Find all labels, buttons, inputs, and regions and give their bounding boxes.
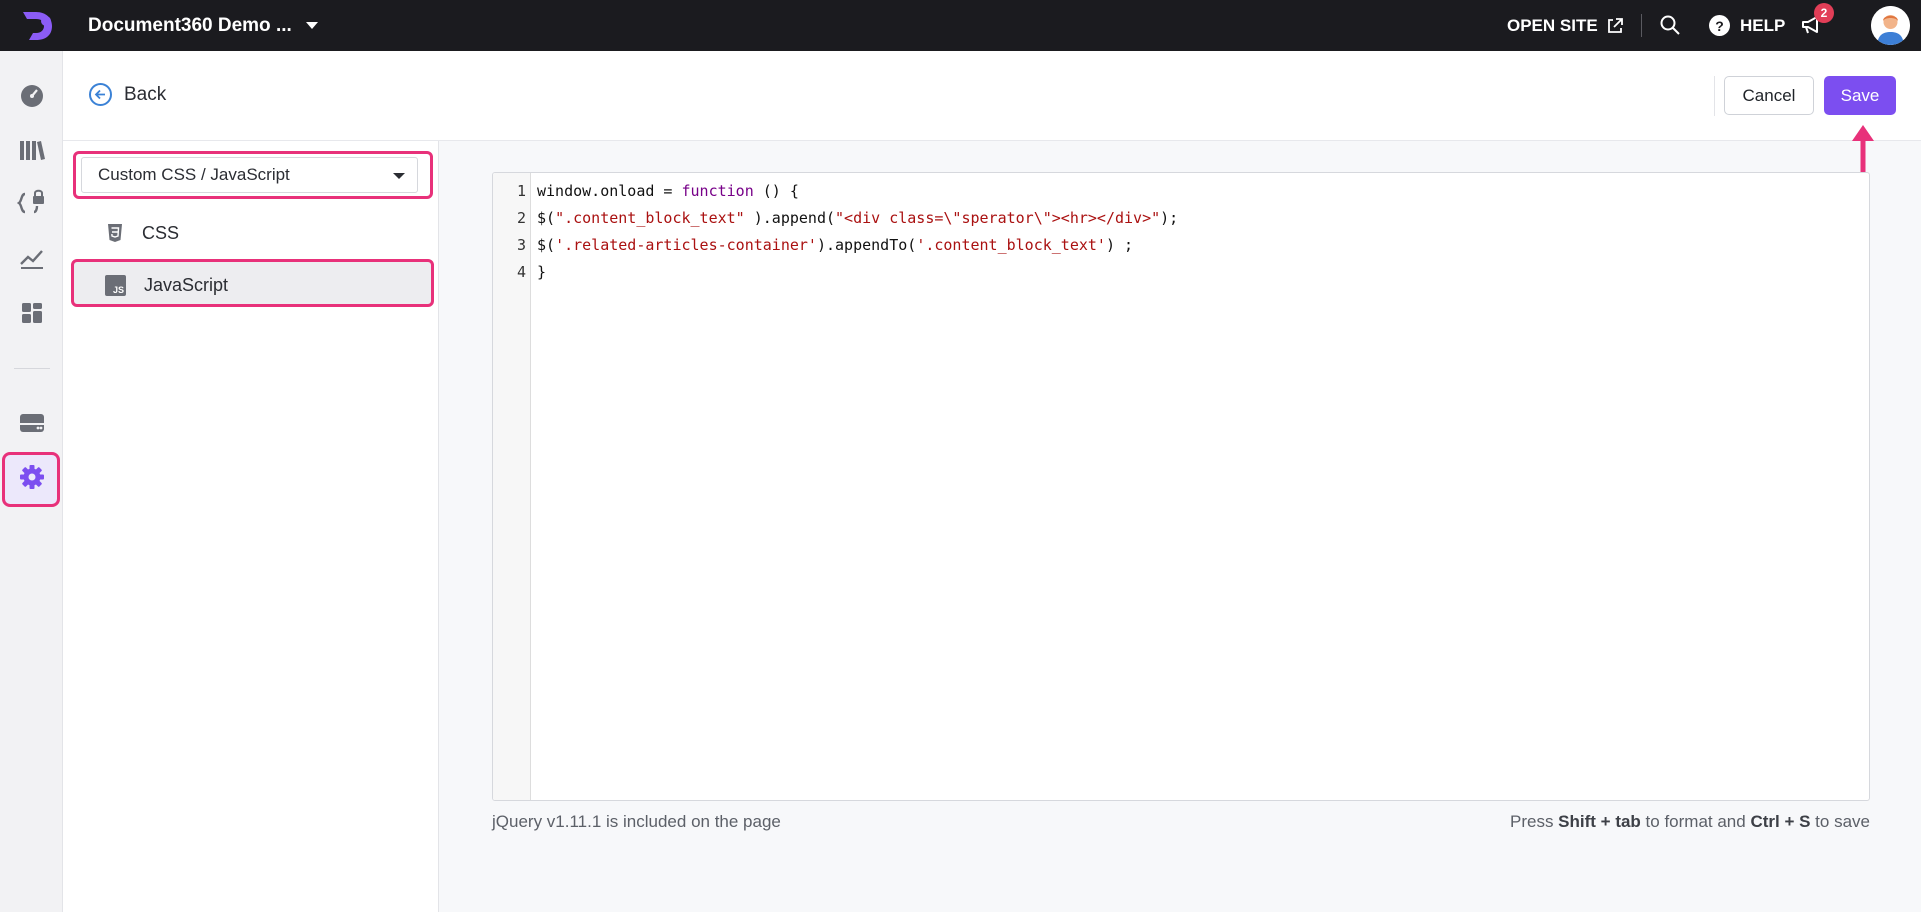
open-site-label: OPEN SITE <box>1507 15 1598 35</box>
code-line: $('.related-articles-container').appendT… <box>537 236 1133 254</box>
dashboard-grid-icon <box>22 303 42 323</box>
sidebar-item-label: CSS <box>142 222 180 243</box>
help-button[interactable]: ? HELP <box>1709 0 1785 51</box>
chevron-down-icon <box>393 173 405 179</box>
chart-line-icon <box>20 250 43 269</box>
chevron-down-icon <box>305 22 318 29</box>
page-header <box>63 51 1921 141</box>
help-icon: ? <box>1709 15 1730 36</box>
code-token: window.onload = <box>537 182 682 200</box>
code-line: window.onload = function () { <box>537 182 799 200</box>
left-rail <box>0 51 63 912</box>
rail-item-settings[interactable] <box>12 457 52 497</box>
settings-panel <box>63 141 439 912</box>
avatar[interactable] <box>1871 6 1910 45</box>
code-token: '.related-articles-container' <box>555 236 817 254</box>
rail-item-dashboard[interactable] <box>12 76 52 116</box>
code-token: function <box>681 182 754 200</box>
hint-text: Press <box>1509 812 1559 831</box>
line-number: 1 <box>516 182 526 200</box>
save-button[interactable]: Save <box>1824 76 1896 115</box>
notification-badge: 2 <box>1814 3 1834 23</box>
keyboard-hint: Press Shift + tab to format and Ctrl + S… <box>1510 812 1870 832</box>
code-editor[interactable]: 1 2 3 4 window.onload = function () {$("… <box>492 172 1870 801</box>
code-token: $( <box>537 236 556 254</box>
sidebar-item-javascript[interactable]: JS JavaScript <box>105 271 228 299</box>
code-token: "<div class=\"sperator\"><hr></div>" <box>835 209 1161 227</box>
hint-key: Shift + tab <box>1558 812 1641 831</box>
user-avatar-icon <box>1871 6 1910 45</box>
hint-key: Ctrl + S <box>1750 812 1811 831</box>
code-token: ".content_block_text" <box>555 209 745 227</box>
code-token: $( <box>537 209 556 227</box>
external-link-icon <box>1607 17 1623 33</box>
code-token: () { <box>753 182 799 200</box>
drive-icon <box>20 414 44 432</box>
line-number: 4 <box>516 263 526 281</box>
code-token: ); <box>1160 209 1179 227</box>
arrow-left-icon <box>89 83 112 106</box>
back-label: Back <box>124 83 167 105</box>
gear-icon <box>20 465 44 489</box>
code-token: '.content_block_text' <box>916 236 1106 254</box>
cancel-button[interactable]: Cancel <box>1724 76 1814 115</box>
code-token: ).append( <box>744 209 836 227</box>
rail-item-analytics[interactable] <box>12 238 52 278</box>
line-number: 2 <box>516 209 526 227</box>
rail-divider <box>14 368 50 369</box>
hint-text: to save <box>1810 812 1870 831</box>
hint-text: to format and <box>1640 812 1751 831</box>
code-token: ) ; <box>1105 236 1134 254</box>
code-token: ).appendTo( <box>816 236 917 254</box>
rail-item-widgets[interactable] <box>12 293 52 333</box>
code-line: } <box>537 263 546 281</box>
js-file-icon: JS <box>105 274 126 296</box>
document360-logo-icon[interactable] <box>19 9 55 43</box>
help-label: HELP <box>1740 15 1786 35</box>
gauge-icon <box>21 85 43 107</box>
sidebar-item-css[interactable]: CSS <box>104 219 179 247</box>
jquery-note: jQuery v1.11.1 is included on the page <box>492 812 781 831</box>
code-line: $(".content_block_text" ).append("<div c… <box>537 209 1178 227</box>
open-site-link[interactable]: OPEN SITE <box>1507 0 1624 51</box>
section-select-value: Custom CSS / JavaScript <box>98 165 290 184</box>
books-icon <box>20 141 45 160</box>
section-select[interactable]: Custom CSS / JavaScript <box>81 157 418 193</box>
line-number: 3 <box>516 236 526 254</box>
search-icon[interactable] <box>1659 14 1681 36</box>
top-bar: Document360 Demo ... OPEN SITE ? HELP 2 <box>0 0 1921 51</box>
header-divider <box>1714 76 1715 116</box>
code-lock-icon <box>17 189 44 214</box>
rail-item-api[interactable] <box>12 183 52 223</box>
topbar-divider <box>1641 14 1642 37</box>
project-name: Document360 Demo ... <box>88 14 292 36</box>
css3-icon <box>108 224 122 242</box>
sidebar-item-label: JavaScript <box>144 274 229 295</box>
project-switcher[interactable]: Document360 Demo ... <box>88 0 318 51</box>
line-number-gutter: 1 2 3 4 <box>493 173 531 800</box>
rail-item-drive[interactable] <box>12 403 52 443</box>
code-token: } <box>537 263 547 281</box>
back-button[interactable]: Back <box>89 83 166 106</box>
rail-item-documentation[interactable] <box>12 130 52 170</box>
